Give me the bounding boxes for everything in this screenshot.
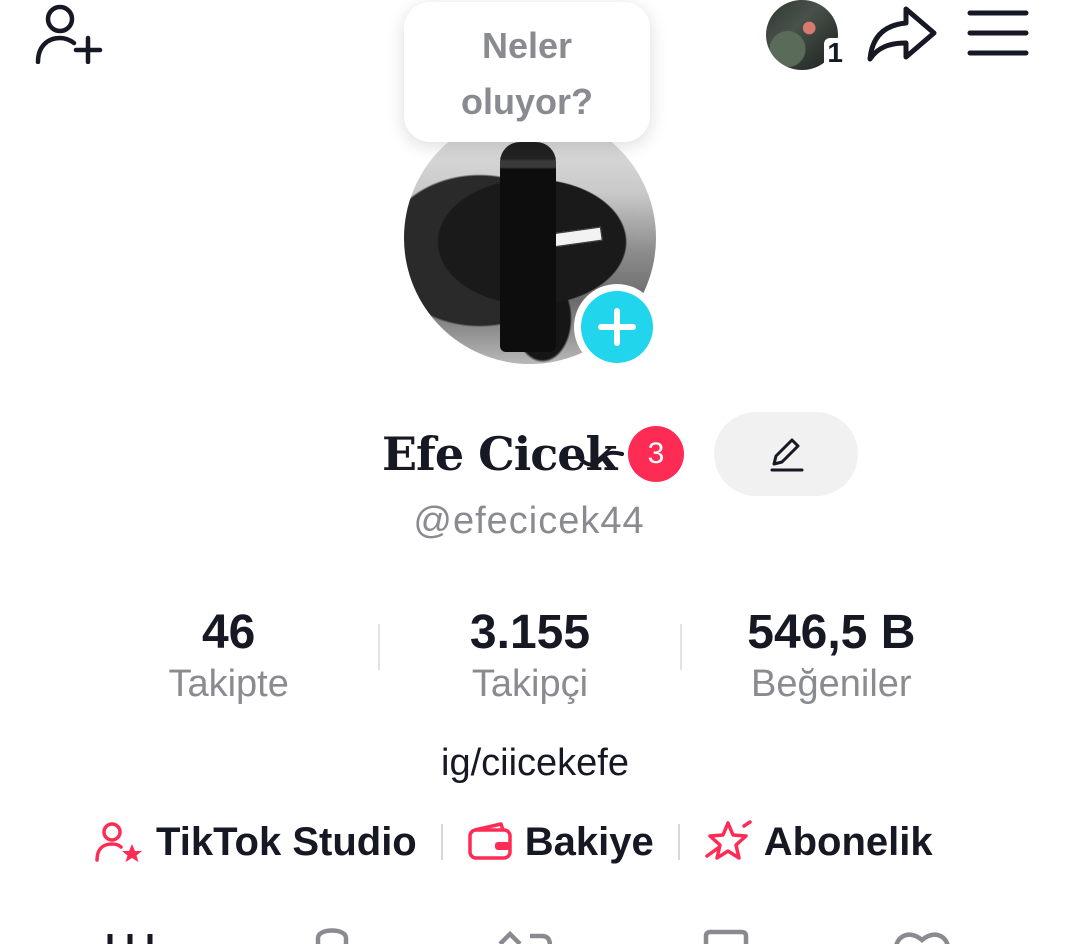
name-row: Efe Cicek 3 (0, 412, 1070, 496)
share-icon (867, 6, 937, 61)
profile-links: TikTok Studio Bakiye Abonelik (94, 812, 933, 872)
stat-divider (378, 624, 380, 670)
videos-grid-icon[interactable] (104, 922, 164, 944)
menu-icon (967, 10, 1029, 55)
stat-following-value: 46 (201, 606, 256, 659)
link-abonelik-label: Abonelik (763, 819, 933, 864)
stats-row: 46 Takipte 3.155 Takipçi 546,5 B Beğenil… (78, 604, 982, 712)
subscription-icon (704, 820, 752, 860)
link-abonelik[interactable]: Abonelik (704, 820, 933, 865)
link-separator (677, 824, 680, 860)
edit-profile-button[interactable] (714, 412, 858, 496)
link-tiktok-studio-label: TikTok Studio (156, 819, 417, 864)
stat-likes[interactable]: 546,5 B Beğeniler (681, 604, 982, 712)
add-friend-icon (35, 4, 103, 65)
private-lock-icon[interactable] (302, 922, 362, 944)
liked-heart-icon[interactable] (892, 922, 952, 944)
link-bakiye-label: Bakiye (524, 819, 654, 864)
menu-button[interactable] (966, 7, 1030, 64)
link-tiktok-studio[interactable]: TikTok Studio (94, 820, 417, 865)
stat-followers[interactable]: 3.155 Takipçi (379, 604, 680, 712)
add-friend-button[interactable] (32, 2, 104, 65)
wallet-icon (468, 822, 512, 860)
story-count: 1 (824, 38, 846, 68)
creator-star-icon (95, 822, 142, 862)
pencil-icon (770, 438, 804, 472)
stat-likes-label: Beğeniler (751, 663, 912, 705)
profile-screen: 1 Neler oluyor? Efe Cicek 3 @efecicek44 … (0, 0, 1070, 944)
content-tabs (0, 922, 1070, 944)
stat-likes-value: 546,5 B (747, 606, 916, 659)
bio-text[interactable]: ig/ciicekefe (0, 742, 1070, 785)
add-story-button[interactable] (574, 284, 660, 370)
header-actions: 1 (766, 0, 1030, 70)
link-bakiye[interactable]: Bakiye (467, 820, 654, 865)
stat-followers-value: 3.155 (469, 606, 591, 659)
stat-divider (680, 624, 682, 670)
photo-person (500, 142, 556, 352)
name-flourish-icon (578, 450, 624, 467)
plus-icon (581, 291, 653, 363)
stat-following-label: Takipte (168, 663, 289, 705)
notification-badge[interactable]: 3 (628, 426, 684, 482)
share-button[interactable] (866, 1, 938, 70)
story-avatar[interactable]: 1 (766, 0, 846, 70)
username: @efecicek44 (0, 500, 1070, 543)
whats-happening-bubble[interactable]: Neler oluyor? (404, 2, 650, 142)
repost-icon[interactable] (496, 922, 556, 944)
saved-icon[interactable] (698, 922, 758, 944)
stat-followers-label: Takipçi (471, 663, 589, 705)
stat-following[interactable]: 46 Takipte (78, 604, 379, 712)
username-text: @efecicek44 (413, 500, 645, 542)
link-separator (440, 824, 443, 860)
